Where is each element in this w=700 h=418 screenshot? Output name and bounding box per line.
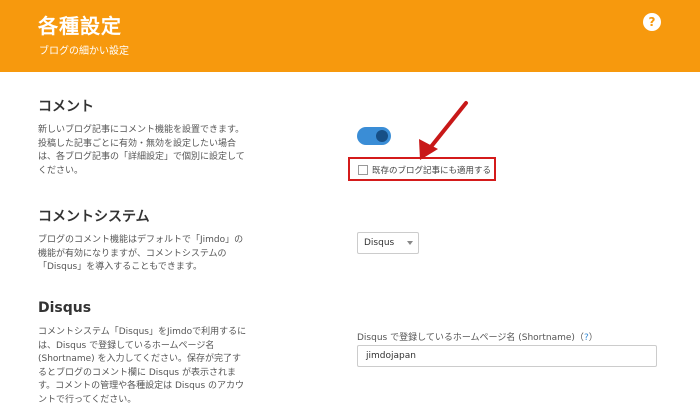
annotation-arrow-icon <box>419 101 468 160</box>
